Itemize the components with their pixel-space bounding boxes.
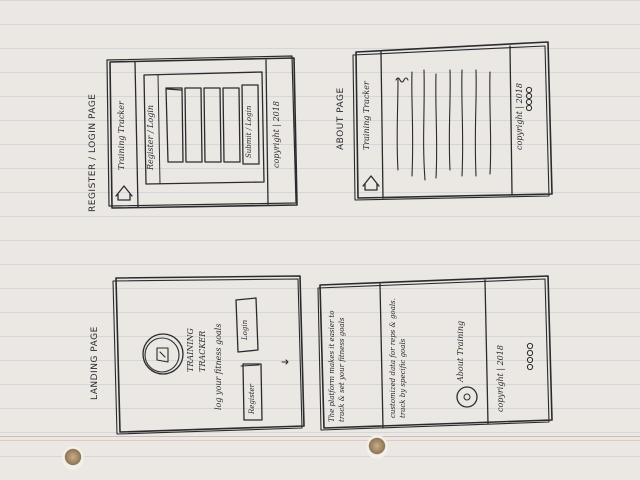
landing-title-line1: TRAINING (186, 328, 195, 372)
landing-title-line2: TRACKER (198, 330, 207, 372)
register-footer: copyright | 2018 (272, 101, 281, 168)
about-footer: copyright | 2018 (515, 83, 524, 150)
login-button[interactable]: Login (241, 320, 249, 340)
register-login-wireframe (106, 55, 298, 209)
landing-page-label: LANDING PAGE (90, 326, 100, 400)
register-form-title: Register / Login (146, 104, 155, 170)
landing-tagline: log your fitness goals (214, 323, 223, 410)
landing-footer: copyright | 2018 (496, 345, 505, 412)
about-page-label: ABOUT PAGE (336, 87, 346, 150)
intro-text: The platform makes it easier to track & … (328, 310, 346, 422)
about-app-name: Training Tracker (362, 81, 371, 150)
register-button[interactable]: Register (248, 384, 256, 414)
about-link[interactable]: About Training (456, 321, 465, 382)
register-page-label: REGISTER / LOGIN PAGE (88, 93, 98, 212)
landing-wireframe (112, 275, 305, 435)
landing-scroll-wireframe (317, 275, 553, 431)
register-app-name: Training Tracker (117, 101, 126, 170)
feature-text: customized data for reps & goals. track … (389, 298, 407, 418)
submit-login-button[interactable]: Submit / Login (245, 106, 253, 158)
sketch-drawing (106, 41, 553, 435)
